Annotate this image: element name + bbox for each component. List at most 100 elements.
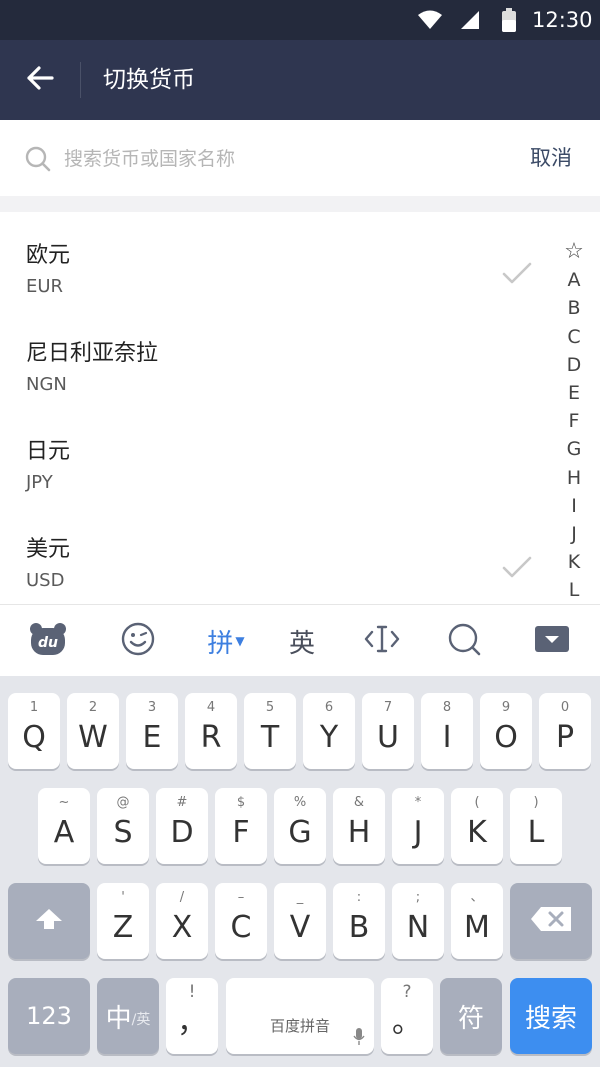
search-submit-label: 搜索 (524, 1003, 577, 1034)
key-e[interactable]: 3E (126, 693, 178, 769)
key-label: U (377, 720, 399, 755)
lang-main-label: 中 (105, 1003, 132, 1034)
key-label: N (406, 910, 430, 945)
key-u[interactable]: 7U (362, 693, 414, 769)
key-n[interactable]: ; N (392, 883, 444, 959)
du-logo-button[interactable]: du (28, 619, 68, 663)
currency-item-ngn[interactable]: 尼日利亚奈拉 NGN (0, 310, 550, 408)
currency-item-usd[interactable]: 美元 USD (0, 506, 550, 604)
key-g[interactable]: % G (274, 788, 326, 864)
key-label: H (347, 815, 371, 850)
symbols-key[interactable]: 符 (440, 978, 502, 1054)
index-letter[interactable]: G (556, 435, 592, 463)
numbers-key[interactable]: 123 (8, 978, 90, 1054)
search-input[interactable] (64, 140, 484, 178)
space-key[interactable]: 百度拼音 (226, 978, 374, 1054)
index-letter[interactable]: J (556, 520, 592, 548)
key-q[interactable]: 1Q (8, 693, 60, 769)
key-o[interactable]: 9O (480, 693, 532, 769)
emoji-button[interactable] (118, 619, 158, 663)
key-sub-label: 、 (470, 890, 484, 905)
backspace-key[interactable] (510, 883, 592, 959)
back-arrow-icon (26, 66, 54, 94)
index-letter[interactable]: C (556, 323, 592, 351)
key-h[interactable]: & H (333, 788, 385, 864)
shift-key[interactable] (8, 883, 90, 959)
key-sub-label: ( (474, 795, 480, 810)
key-sub-label: % (293, 795, 307, 810)
index-letter[interactable]: K (556, 548, 592, 576)
key-d[interactable]: # D (156, 788, 208, 864)
key-f[interactable]: $ F (215, 788, 267, 864)
key-t[interactable]: 5T (244, 693, 296, 769)
key-label: E (142, 720, 162, 755)
key-label: I (442, 720, 452, 755)
back-button[interactable] (18, 58, 62, 102)
key-sub-label: 9 (501, 700, 511, 715)
key-w[interactable]: 2W (67, 693, 119, 769)
key-sub-label: ? (402, 982, 412, 1002)
key-sub-label: – (237, 890, 245, 905)
english-mode-button[interactable]: 英 (282, 619, 322, 663)
key-b[interactable]: :B (333, 883, 385, 959)
keyboard-toolbar: du 拼 ▼ 英 (0, 604, 600, 676)
index-favorites-star[interactable]: ☆ (556, 238, 592, 266)
status-time: 12:30 (532, 8, 593, 32)
index-letter[interactable]: A (556, 266, 592, 294)
key-a[interactable]: ~ A (38, 788, 90, 864)
key-l[interactable]: ) L (510, 788, 562, 864)
search-submit-key[interactable]: 搜索 (510, 978, 592, 1054)
currency-item-eur[interactable]: 欧元 EUR (0, 212, 550, 310)
key-sub-label: ! (188, 982, 196, 1002)
key-c[interactable]: – C (215, 883, 267, 959)
key-j[interactable]: * J (392, 788, 444, 864)
hide-keyboard-button[interactable] (532, 619, 572, 663)
index-letter[interactable]: E (556, 379, 592, 407)
check-icon (502, 556, 532, 584)
currency-code: USD (26, 570, 65, 591)
key-label: O (494, 720, 518, 755)
key-r[interactable]: 4R (185, 693, 237, 769)
comma-key[interactable]: !， (166, 978, 218, 1054)
key-sub-label: ' (121, 890, 125, 905)
key-v[interactable]: _ V (274, 883, 326, 959)
key-z[interactable]: ' Z (97, 883, 149, 959)
key-label: V (289, 910, 311, 945)
key-label: J (413, 815, 423, 850)
wifi-icon (418, 10, 442, 34)
alphabet-index[interactable]: ☆ A B C D E F G H I J K L (556, 238, 592, 604)
key-label: T (260, 720, 280, 755)
cursor-edit-button[interactable] (362, 619, 402, 663)
key-sub-label: & (353, 795, 365, 810)
index-letter[interactable]: I (556, 492, 592, 520)
key-sub-label: # (176, 795, 188, 810)
key-p[interactable]: 0P (539, 693, 591, 769)
key-sub-label: 6 (324, 700, 334, 715)
index-letter[interactable]: F (556, 407, 592, 435)
key-sub-label: 0 (560, 700, 570, 715)
language-switch-key[interactable]: 中/英 (97, 978, 159, 1054)
symbols-label: 符 (457, 1003, 484, 1034)
keyboard-search-button[interactable] (444, 619, 484, 663)
index-letter[interactable]: D (556, 351, 592, 379)
currency-item-jpy[interactable]: 日元 JPY (0, 408, 550, 506)
cancel-button[interactable]: 取消 (530, 142, 572, 174)
index-letter[interactable]: H (556, 464, 592, 492)
key-s[interactable]: @ S (97, 788, 149, 864)
key-label: Y (319, 720, 339, 755)
index-letter[interactable]: L (556, 576, 592, 604)
index-letter[interactable]: B (556, 294, 592, 322)
key-x[interactable]: / X (156, 883, 208, 959)
key-k[interactable]: (K (451, 788, 503, 864)
page-title: 切换货币 (103, 67, 195, 93)
key-m[interactable]: 、 M (451, 883, 503, 959)
signal-icon (459, 10, 481, 34)
key-sub-label: 3 (147, 700, 157, 715)
collapse-keyboard-icon (534, 624, 570, 658)
key-y[interactable]: 6Y (303, 693, 355, 769)
key-label: P (555, 720, 575, 755)
period-key[interactable]: ?。 (381, 978, 433, 1054)
pinyin-mode-button[interactable]: 拼 ▼ (200, 619, 252, 663)
key-label: Q (22, 720, 46, 755)
key-i[interactable]: 8I (421, 693, 473, 769)
